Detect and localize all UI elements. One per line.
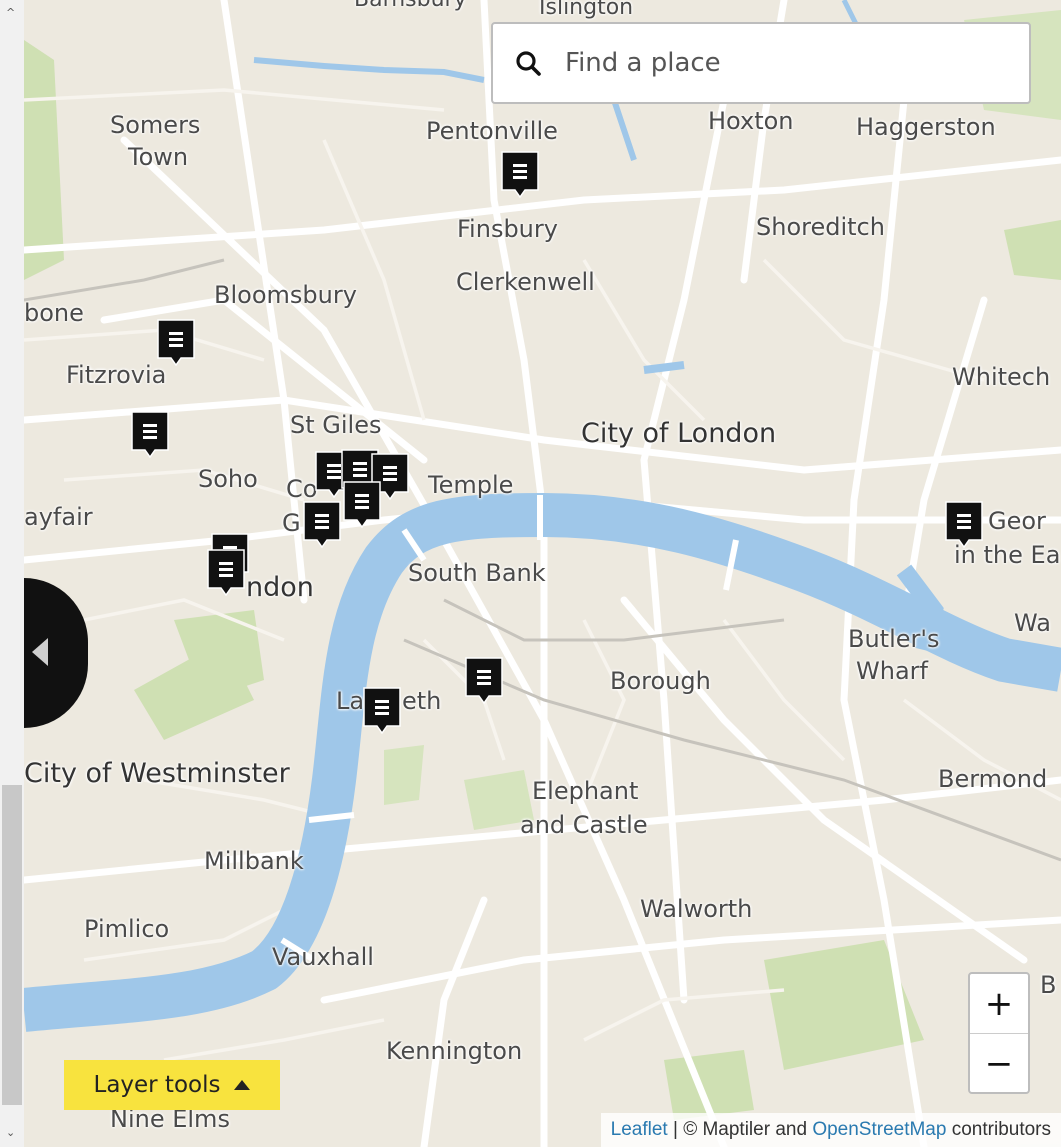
place-label: Haggerston bbox=[856, 113, 996, 141]
dock bbox=[643, 361, 685, 374]
place-label: G bbox=[282, 509, 301, 537]
search-icon bbox=[516, 51, 541, 76]
document-marker-icon[interactable] bbox=[500, 150, 540, 199]
place-label: La bbox=[336, 687, 365, 715]
layer-tools-label: Layer tools bbox=[93, 1072, 221, 1098]
place-label: Walworth bbox=[640, 895, 753, 923]
place-label: eth bbox=[402, 687, 442, 715]
place-label: Clerkenwell bbox=[456, 268, 595, 296]
document-marker-icon[interactable] bbox=[464, 656, 504, 705]
search-input[interactable] bbox=[563, 47, 967, 79]
map-canvas[interactable]: Barnsbury Islington Somers Town Pentonvi… bbox=[24, 0, 1061, 1147]
document-marker-icon[interactable] bbox=[944, 500, 984, 549]
place-label: South Bank bbox=[408, 559, 546, 587]
place-label: City of Westminster bbox=[24, 758, 290, 789]
zoom-in-button[interactable]: + bbox=[970, 974, 1028, 1034]
place-label: Soho bbox=[198, 465, 258, 493]
map-attribution: Leaflet | © Maptiler and OpenStreetMap c… bbox=[600, 1113, 1061, 1147]
place-label: Wharf bbox=[856, 657, 928, 685]
place-label: Millbank bbox=[204, 847, 304, 875]
place-label: Islington bbox=[539, 0, 634, 20]
place-label: Borough bbox=[610, 667, 711, 695]
place-label: ayfair bbox=[24, 503, 93, 531]
place-label: Temple bbox=[428, 471, 514, 499]
document-marker-icon[interactable] bbox=[362, 686, 402, 735]
layer-tools-button[interactable]: Layer tools bbox=[64, 1060, 280, 1110]
place-label: Bloomsbury bbox=[214, 281, 357, 309]
leaflet-link[interactable]: Leaflet bbox=[611, 1119, 668, 1141]
place-label: Whitech bbox=[952, 363, 1051, 391]
attribution-text: contributors bbox=[946, 1119, 1051, 1140]
attribution-text: | © Maptiler and bbox=[667, 1119, 813, 1140]
place-label: Butler's bbox=[848, 625, 940, 653]
place-label: B bbox=[1040, 971, 1057, 999]
place-label: ndon bbox=[246, 572, 314, 603]
place-label: bone bbox=[24, 299, 84, 327]
place-label: Shoreditch bbox=[756, 213, 885, 241]
place-label: and Castle bbox=[520, 811, 648, 839]
park-area bbox=[384, 745, 424, 805]
place-label: Wa bbox=[1014, 609, 1051, 637]
document-marker-icon[interactable] bbox=[156, 318, 196, 367]
place-label: Pimlico bbox=[84, 915, 170, 943]
place-label: St Giles bbox=[290, 411, 382, 439]
place-label: Kennington bbox=[386, 1037, 523, 1065]
place-label: Elephant bbox=[532, 777, 639, 805]
place-label: Hoxton bbox=[708, 107, 794, 135]
place-label: City of London bbox=[581, 418, 777, 449]
openstreetmap-link[interactable]: OpenStreetMap bbox=[812, 1119, 946, 1141]
document-marker-icon[interactable] bbox=[302, 500, 342, 549]
place-label: Somers bbox=[110, 111, 201, 139]
place-label: Fitzrovia bbox=[66, 361, 167, 389]
document-marker-icon[interactable] bbox=[130, 410, 170, 459]
document-marker-icon[interactable] bbox=[206, 548, 246, 597]
place-label: Vauxhall bbox=[272, 943, 374, 971]
caret-up-icon bbox=[234, 1080, 251, 1090]
document-marker-icon[interactable] bbox=[342, 480, 382, 529]
place-label: Barnsbury bbox=[354, 0, 467, 15]
place-label: Finsbury bbox=[457, 215, 558, 243]
place-label: Town bbox=[128, 143, 189, 171]
scroll-thumb[interactable] bbox=[2, 785, 22, 1105]
page-scrollbar[interactable]: ^ ⌄ bbox=[0, 0, 24, 1147]
place-label: Bermond bbox=[938, 765, 1048, 793]
zoom-control: + − bbox=[968, 972, 1030, 1094]
place-label: Geor bbox=[988, 507, 1046, 535]
chevron-left-icon bbox=[32, 638, 48, 666]
place-label: Pentonville bbox=[426, 117, 558, 145]
scroll-up-icon[interactable]: ^ bbox=[6, 6, 15, 19]
scroll-down-icon[interactable]: ⌄ bbox=[6, 1126, 15, 1139]
zoom-out-button[interactable]: − bbox=[970, 1034, 1028, 1093]
search-box[interactable] bbox=[491, 22, 1031, 104]
